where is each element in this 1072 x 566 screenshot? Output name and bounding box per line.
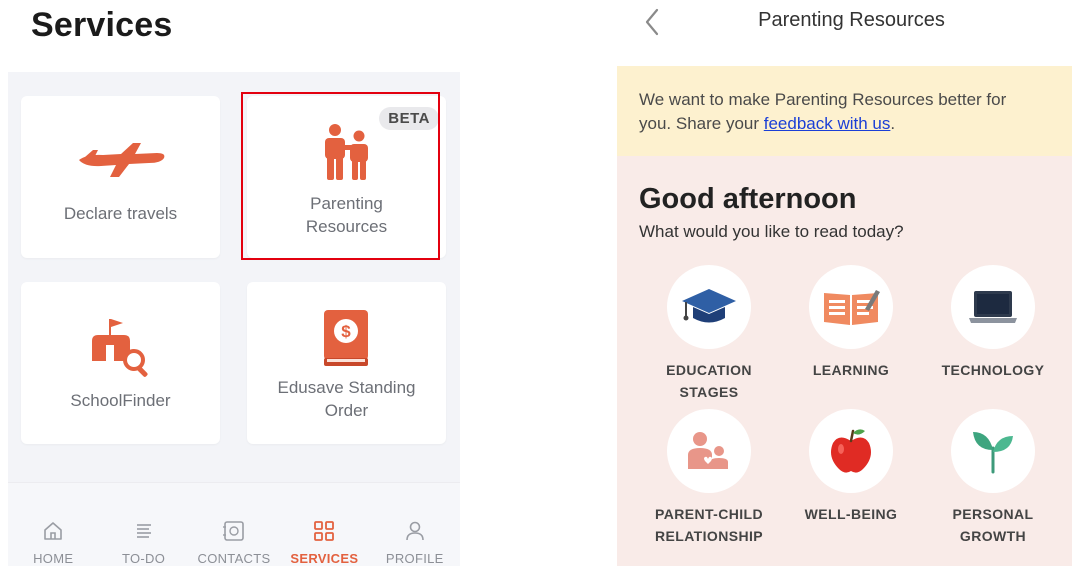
- edusave-label: Edusave Standing Order: [247, 376, 446, 422]
- nav-profile[interactable]: PROFILE: [370, 508, 460, 566]
- banner-text-line1: We want to make Parenting Resources bett…: [639, 90, 1007, 109]
- topic-growth-circle: [951, 409, 1035, 493]
- nav-services-label: SERVICES: [290, 551, 359, 566]
- feedback-link[interactable]: feedback with us: [764, 114, 891, 133]
- grid-icon: [313, 520, 335, 547]
- parenting-resources-screen: Parenting Resources We want to make Pare…: [617, 0, 1072, 566]
- nav-todo-label: TO-DO: [122, 551, 166, 566]
- parent-child-icon: [322, 123, 372, 186]
- nav-contacts[interactable]: CONTACTS: [189, 508, 279, 566]
- svg-text:$: $: [341, 322, 351, 341]
- parenting-resources-card[interactable]: BETA Parenting Resources: [247, 96, 446, 258]
- edusave-label-line2: Order: [324, 401, 369, 420]
- parenting-resources-label: Parenting Resources: [247, 192, 446, 238]
- person-icon: [404, 520, 426, 547]
- topic-wellbeing-circle: [809, 409, 893, 493]
- home-icon: [42, 520, 64, 547]
- declare-travels-card[interactable]: Declare travels: [21, 96, 220, 258]
- nav-home-label: HOME: [33, 551, 74, 566]
- nav-todo[interactable]: TO-DO: [98, 508, 188, 566]
- dollar-book-icon: $: [322, 308, 370, 373]
- topic-education-line1: EDUCATION: [666, 362, 752, 378]
- edusave-label-line1: Edusave Standing: [277, 378, 416, 397]
- topic-parent-child-circle: [667, 409, 751, 493]
- beta-badge: BETA: [379, 107, 439, 130]
- bottom-nav: HOME TO-DO CONTACTS SERVICES PROFILE: [8, 508, 460, 566]
- banner-text-suffix: .: [890, 114, 896, 133]
- banner-text-line2: you. Share your feedback with us.: [639, 112, 1050, 136]
- topic-parent-child-label: PARENT-CHILD RELATIONSHIP: [639, 503, 779, 547]
- nav-services[interactable]: SERVICES: [279, 508, 369, 566]
- greeting: Good afternoon: [639, 183, 857, 215]
- page-title: Services: [31, 6, 173, 44]
- schoolfinder-label: SchoolFinder: [70, 391, 171, 410]
- banner-text-prefix: you. Share your: [639, 114, 764, 133]
- topic-well-being[interactable]: WELL-BEING: [781, 409, 921, 525]
- parenting-label-line2: Resources: [305, 217, 388, 236]
- topic-wellbeing-label: WELL-BEING: [804, 506, 898, 522]
- topic-personal-growth[interactable]: PERSONAL GROWTH: [923, 409, 1063, 547]
- topic-learning[interactable]: LEARNING: [781, 265, 921, 381]
- feedback-banner: We want to make Parenting Resources bett…: [617, 66, 1072, 156]
- school-search-icon: [90, 317, 154, 382]
- parenting-label-line1: Parenting: [310, 194, 383, 213]
- topic-education-line2: STAGES: [679, 384, 739, 400]
- nav-contacts-label: CONTACTS: [197, 551, 271, 566]
- topic-education-circle: [667, 265, 751, 349]
- topic-technology-circle: [951, 265, 1035, 349]
- topic-parent-child-line1: PARENT-CHILD: [655, 506, 763, 522]
- contacts-icon: [222, 520, 246, 547]
- declare-travels-label: Declare travels: [63, 204, 178, 223]
- topic-parent-child-line2: RELATIONSHIP: [655, 528, 763, 544]
- topic-learning-label: LEARNING: [812, 362, 890, 378]
- topic-education-label: EDUCATION STAGES: [639, 359, 779, 403]
- nav-profile-label: PROFILE: [385, 551, 444, 566]
- subgreeting: What would you like to read today?: [639, 222, 904, 241]
- topics-section: Good afternoon What would you like to re…: [617, 156, 1072, 566]
- topic-education-stages[interactable]: EDUCATION STAGES: [639, 265, 779, 403]
- topic-growth-label: PERSONAL GROWTH: [923, 503, 1063, 547]
- services-screen: Services Declare travels BETA Parenting …: [0, 0, 470, 566]
- nav-home[interactable]: HOME: [8, 508, 98, 566]
- topic-learning-circle: [809, 265, 893, 349]
- airplane-icon: [75, 140, 167, 185]
- list-icon: [133, 520, 155, 547]
- topic-technology[interactable]: TECHNOLOGY: [923, 265, 1063, 381]
- grid-footer-strip: [8, 482, 460, 508]
- edusave-standing-order-card[interactable]: $ Edusave Standing Order: [247, 282, 446, 444]
- schoolfinder-card[interactable]: SchoolFinder: [21, 282, 220, 444]
- topic-parent-child-relationship[interactable]: PARENT-CHILD RELATIONSHIP: [639, 409, 779, 547]
- header-title: Parenting Resources: [758, 9, 945, 31]
- topic-growth-line1: PERSONAL: [952, 506, 1034, 522]
- topic-technology-label: TECHNOLOGY: [941, 362, 1045, 378]
- topic-growth-line2: GROWTH: [959, 528, 1027, 544]
